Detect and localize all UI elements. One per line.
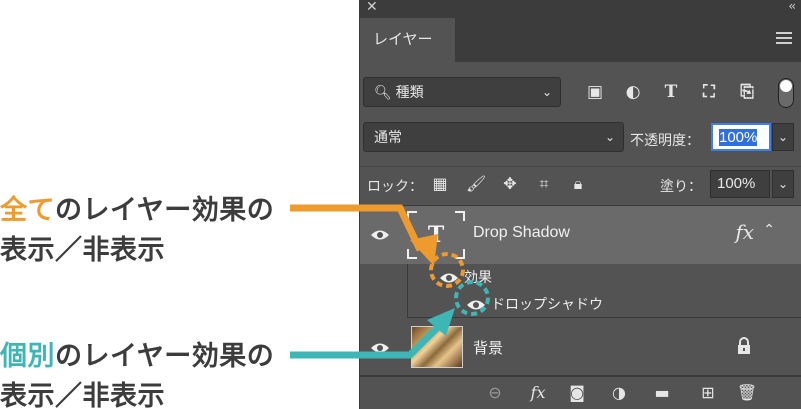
layers-panel: ✕ ‹‹ レイヤー 🔍︎ 種類 ⌄ ▣ ◐ T ⛶ ⎘ 通常 ⌄ 不透明度： 1… bbox=[359, 0, 801, 409]
image-filter-icon[interactable]: ▣ bbox=[584, 82, 606, 102]
text-layer-thumbnail: T bbox=[407, 211, 465, 259]
opacity-input[interactable]: 100% bbox=[711, 123, 771, 151]
layer-name[interactable]: 背景 bbox=[473, 337, 503, 358]
tab-layers[interactable]: レイヤー bbox=[360, 18, 455, 62]
layer-name[interactable]: Drop Shadow bbox=[473, 224, 570, 242]
lock-label: ロック： bbox=[367, 178, 423, 194]
layer-row-background[interactable]: 背景 bbox=[360, 318, 801, 376]
type-filter-icon[interactable]: T bbox=[660, 82, 682, 102]
opacity-value: 100% bbox=[719, 129, 758, 146]
chevron-down-icon: ⌄ bbox=[541, 85, 552, 99]
annotation-text: 表示／非表示 bbox=[0, 381, 165, 409]
fx-icon[interactable]: fx bbox=[527, 383, 549, 403]
filter-toggle[interactable] bbox=[778, 78, 794, 108]
layer-list: T Drop Shadow fx ⌃ 効果 ドロップシャドウ 背景 bbox=[360, 205, 801, 376]
panel-footer: ⊖ fx ◙ ◑ ▬ ⊞ 🗑︎ bbox=[360, 376, 801, 409]
lock-move-icon[interactable]: ✥ bbox=[500, 174, 520, 194]
drop-shadow-label: ドロップシャドウ bbox=[491, 296, 603, 312]
search-icon: 🔍︎ bbox=[374, 84, 392, 100]
eye-icon[interactable] bbox=[370, 229, 390, 241]
eye-icon[interactable] bbox=[439, 272, 459, 284]
smart-object-filter-icon[interactable]: ⎘ bbox=[736, 82, 758, 102]
lock-artboard-icon[interactable]: ⌗ bbox=[534, 174, 554, 194]
type-icon: T bbox=[427, 222, 445, 248]
opacity-label: 不透明度： bbox=[630, 132, 700, 148]
blend-mode-dropdown[interactable]: 通常 ⌄ bbox=[363, 122, 624, 152]
blend-row: 通常 ⌄ 不透明度： 100% ⌄ bbox=[360, 120, 801, 154]
fx-icon[interactable]: fx bbox=[735, 220, 754, 244]
annotation-individual-effects: 個別のレイヤー効果の 表示／非表示 bbox=[0, 337, 274, 409]
panel-menu-icon[interactable] bbox=[776, 32, 792, 47]
lock-icon bbox=[738, 337, 750, 354]
lock-row: ロック： ▦ 🖌︎ ✥ ⌗ 🔒︎ 塗り： 100% ⌄ bbox=[360, 166, 801, 202]
panel-tab-row: レイヤー bbox=[360, 18, 801, 62]
annotation-all-effects: 全てのレイヤー効果の 表示／非表示 bbox=[0, 191, 274, 271]
background-thumbnail bbox=[411, 326, 463, 368]
annotation-text: 表示／非表示 bbox=[0, 235, 165, 266]
lock-brush-icon[interactable]: 🖌︎ bbox=[466, 174, 486, 194]
annotation-highlight-individual: 個別 bbox=[0, 341, 55, 372]
filter-kind-dropdown[interactable]: 🔍︎ 種類 ⌄ bbox=[363, 77, 561, 107]
toggle-knob bbox=[780, 80, 792, 92]
lock-all-icon[interactable]: 🔒︎ bbox=[568, 174, 588, 194]
new-layer-icon[interactable]: ⊞ bbox=[697, 383, 719, 403]
filter-kind-label: 種類 bbox=[395, 84, 424, 100]
drop-shadow-effect-row[interactable]: ドロップシャドウ bbox=[407, 291, 801, 318]
shape-filter-icon[interactable]: ⛶ bbox=[698, 82, 720, 102]
layer-row-drop-shadow[interactable]: T Drop Shadow fx ⌃ bbox=[360, 206, 801, 264]
blend-mode-value: 通常 bbox=[374, 129, 402, 145]
fill-label: 塗り： bbox=[660, 178, 702, 194]
annotation-text: のレイヤー効果の bbox=[55, 195, 275, 226]
effects-row[interactable]: 効果 bbox=[407, 264, 801, 291]
trash-icon[interactable]: 🗑︎ bbox=[736, 383, 758, 403]
filter-row: 🔍︎ 種類 ⌄ ▣ ◐ T ⛶ ⎘ bbox=[360, 75, 801, 109]
effects-label: 効果 bbox=[464, 269, 492, 285]
close-icon[interactable]: ✕ bbox=[366, 0, 378, 15]
eye-icon[interactable] bbox=[466, 299, 486, 311]
opacity-chevron-icon[interactable]: ⌄ bbox=[772, 123, 794, 151]
lock-transparent-icon[interactable]: ▦ bbox=[430, 174, 450, 194]
panel-header: ✕ ‹‹ bbox=[360, 0, 801, 18]
adjustment-filter-icon[interactable]: ◐ bbox=[622, 82, 644, 102]
link-icon[interactable]: ⊖ bbox=[484, 383, 506, 403]
adjustment-icon[interactable]: ◑ bbox=[608, 383, 630, 403]
chevron-down-icon: ⌄ bbox=[604, 130, 615, 144]
collapse-icon[interactable]: ‹‹ bbox=[788, 0, 795, 13]
fill-chevron-icon[interactable]: ⌄ bbox=[772, 170, 794, 198]
annotation-highlight-all: 全て bbox=[0, 195, 55, 226]
fill-input[interactable]: 100% bbox=[710, 170, 770, 198]
annotation-text: のレイヤー効果の bbox=[55, 341, 275, 372]
mask-icon[interactable]: ◙ bbox=[566, 383, 588, 403]
chevron-up-icon[interactable]: ⌃ bbox=[763, 222, 775, 238]
eye-icon[interactable] bbox=[370, 342, 390, 354]
folder-icon[interactable]: ▬ bbox=[651, 383, 673, 403]
